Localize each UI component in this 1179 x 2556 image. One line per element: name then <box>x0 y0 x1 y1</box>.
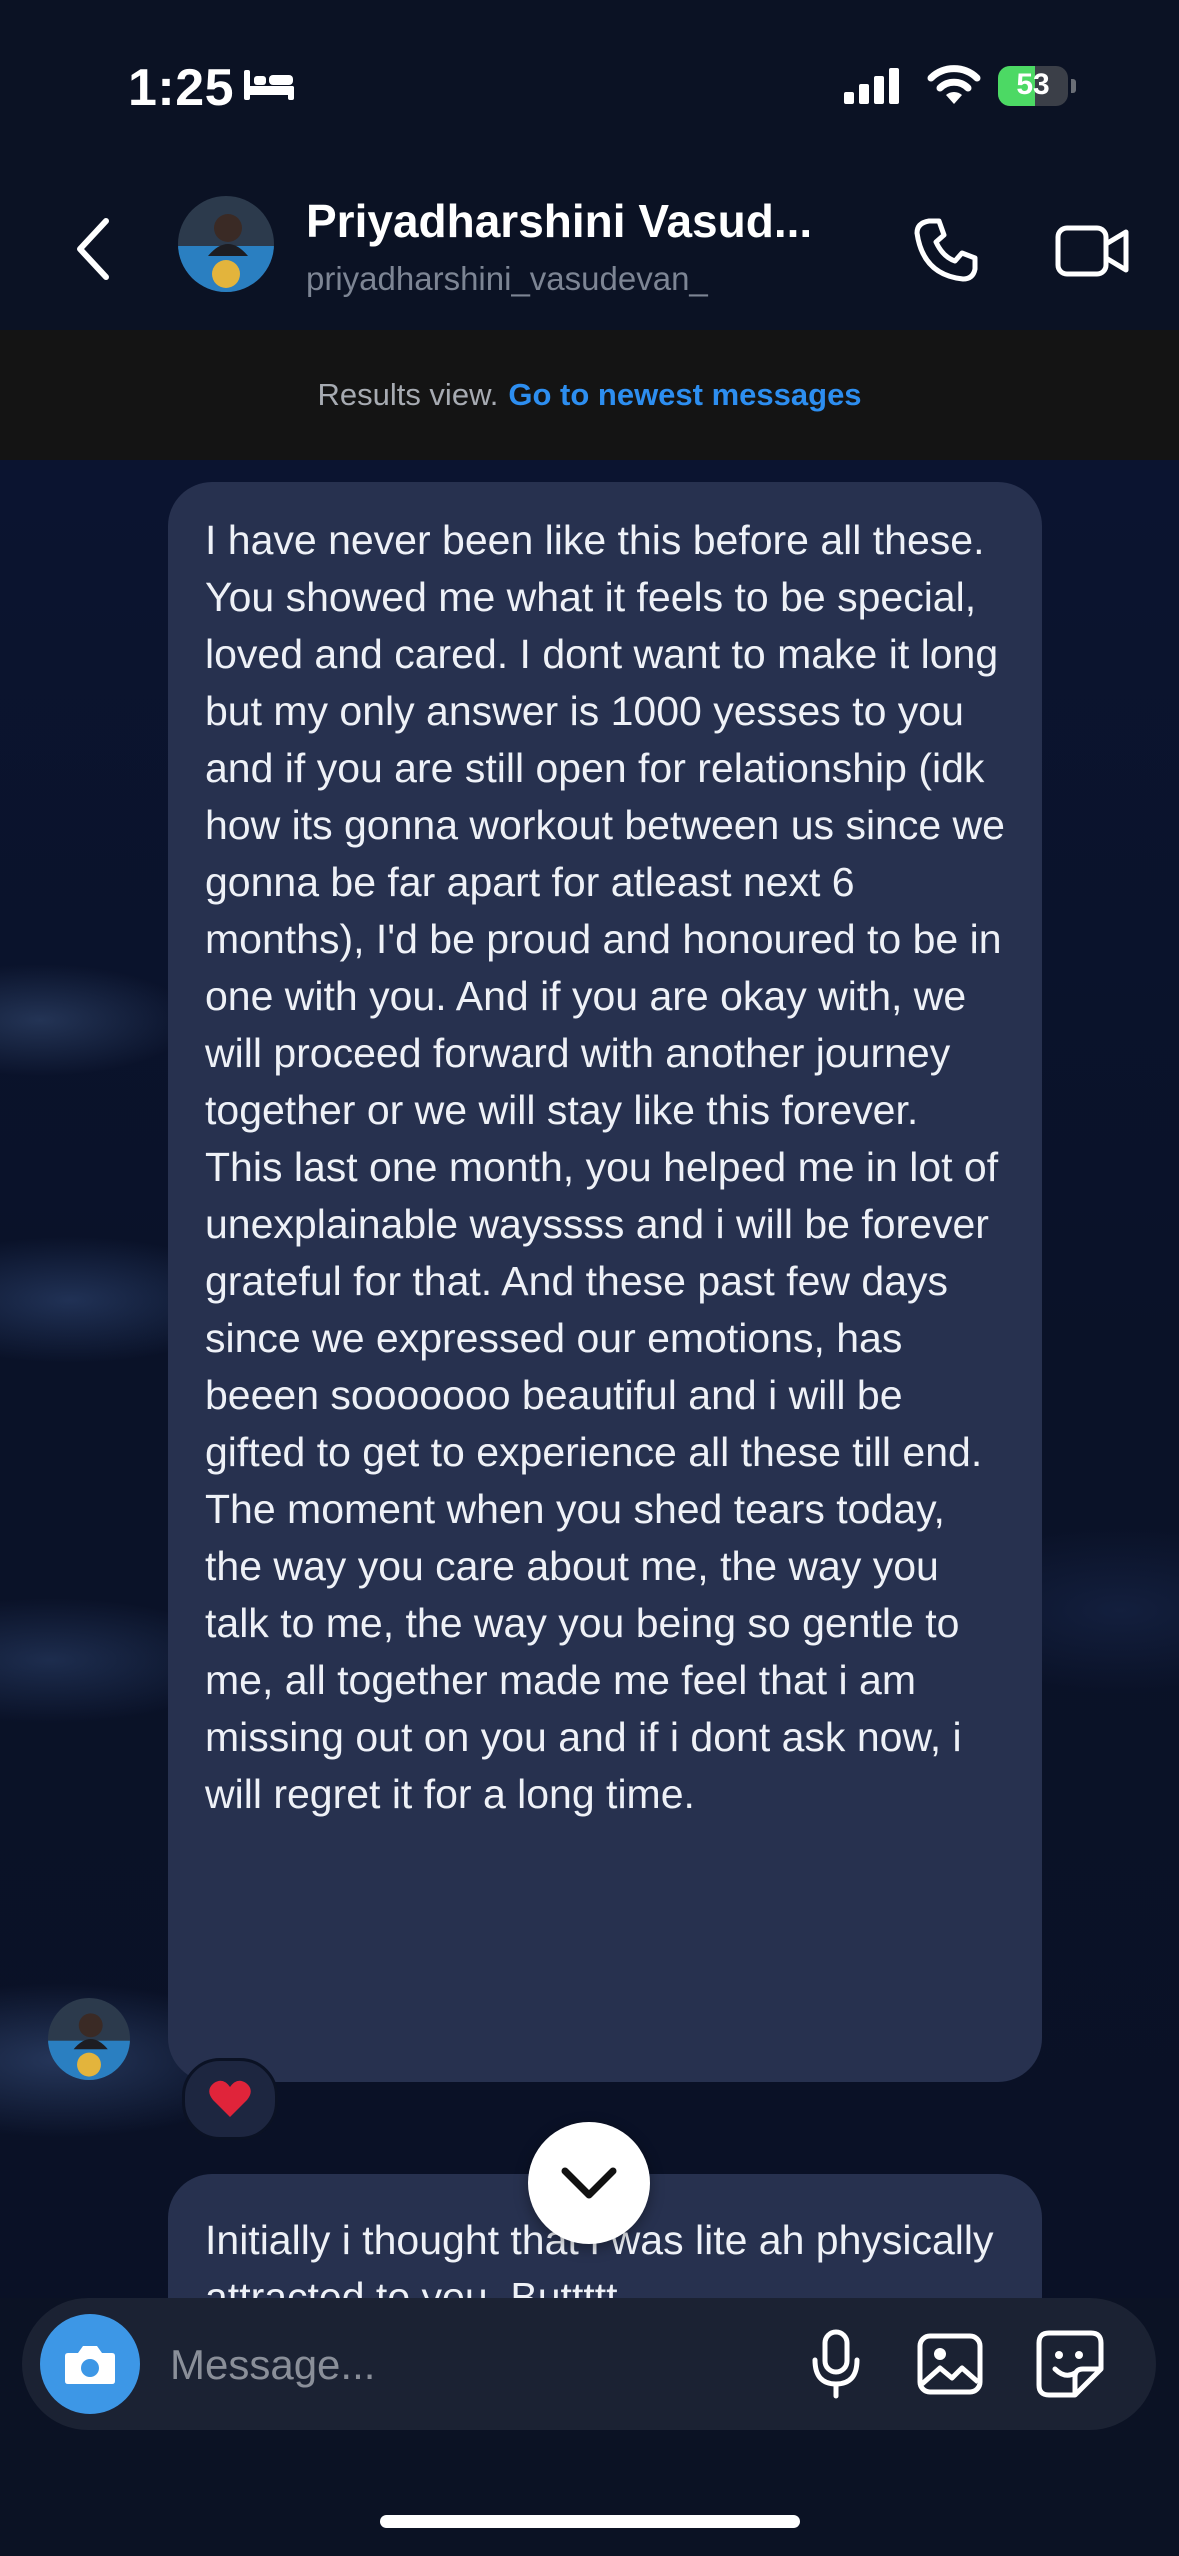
back-chevron-icon <box>77 218 109 280</box>
contact-name[interactable]: Priyadharshini Vasud... <box>306 194 812 248</box>
contact-avatar[interactable] <box>178 196 274 292</box>
message-input[interactable] <box>168 2330 772 2400</box>
phone-icon <box>914 218 978 282</box>
sticker-icon <box>1036 2330 1104 2398</box>
battery-percent: 53 <box>1016 68 1050 101</box>
results-banner: Results view. Go to newest messages <box>0 330 1179 460</box>
back-button[interactable] <box>62 212 122 286</box>
heart-icon <box>209 2080 251 2117</box>
microphone-icon <box>812 2329 860 2399</box>
wifi-icon <box>926 64 982 111</box>
contact-username[interactable]: priyadharshini_vasudevan_ <box>306 260 708 298</box>
signal-icon <box>842 66 904 111</box>
go-to-newest-link[interactable]: Go to newest messages <box>508 377 861 413</box>
image-icon <box>917 2333 983 2395</box>
results-view-label: Results view. <box>317 377 499 412</box>
camera-button[interactable] <box>40 2314 140 2414</box>
bed-icon <box>242 66 296 107</box>
sticker-button[interactable] <box>1030 2322 1110 2406</box>
call-button[interactable] <box>908 212 984 288</box>
gallery-button[interactable] <box>912 2322 988 2406</box>
video-call-button[interactable] <box>1052 212 1132 288</box>
battery-icon: 53 <box>998 66 1078 106</box>
chevron-down-icon <box>561 2167 617 2199</box>
scroll-down-button[interactable] <box>528 2122 650 2244</box>
microphone-button[interactable] <box>800 2322 872 2406</box>
status-time: 1:25 <box>128 59 235 117</box>
home-indicator[interactable] <box>380 2515 800 2528</box>
sender-avatar[interactable] <box>48 1998 130 2080</box>
video-camera-icon <box>1055 225 1129 277</box>
camera-icon <box>65 2346 115 2384</box>
heart-reaction[interactable] <box>182 2058 278 2140</box>
message-bubble[interactable]: I have never been like this before all t… <box>168 482 1042 2082</box>
